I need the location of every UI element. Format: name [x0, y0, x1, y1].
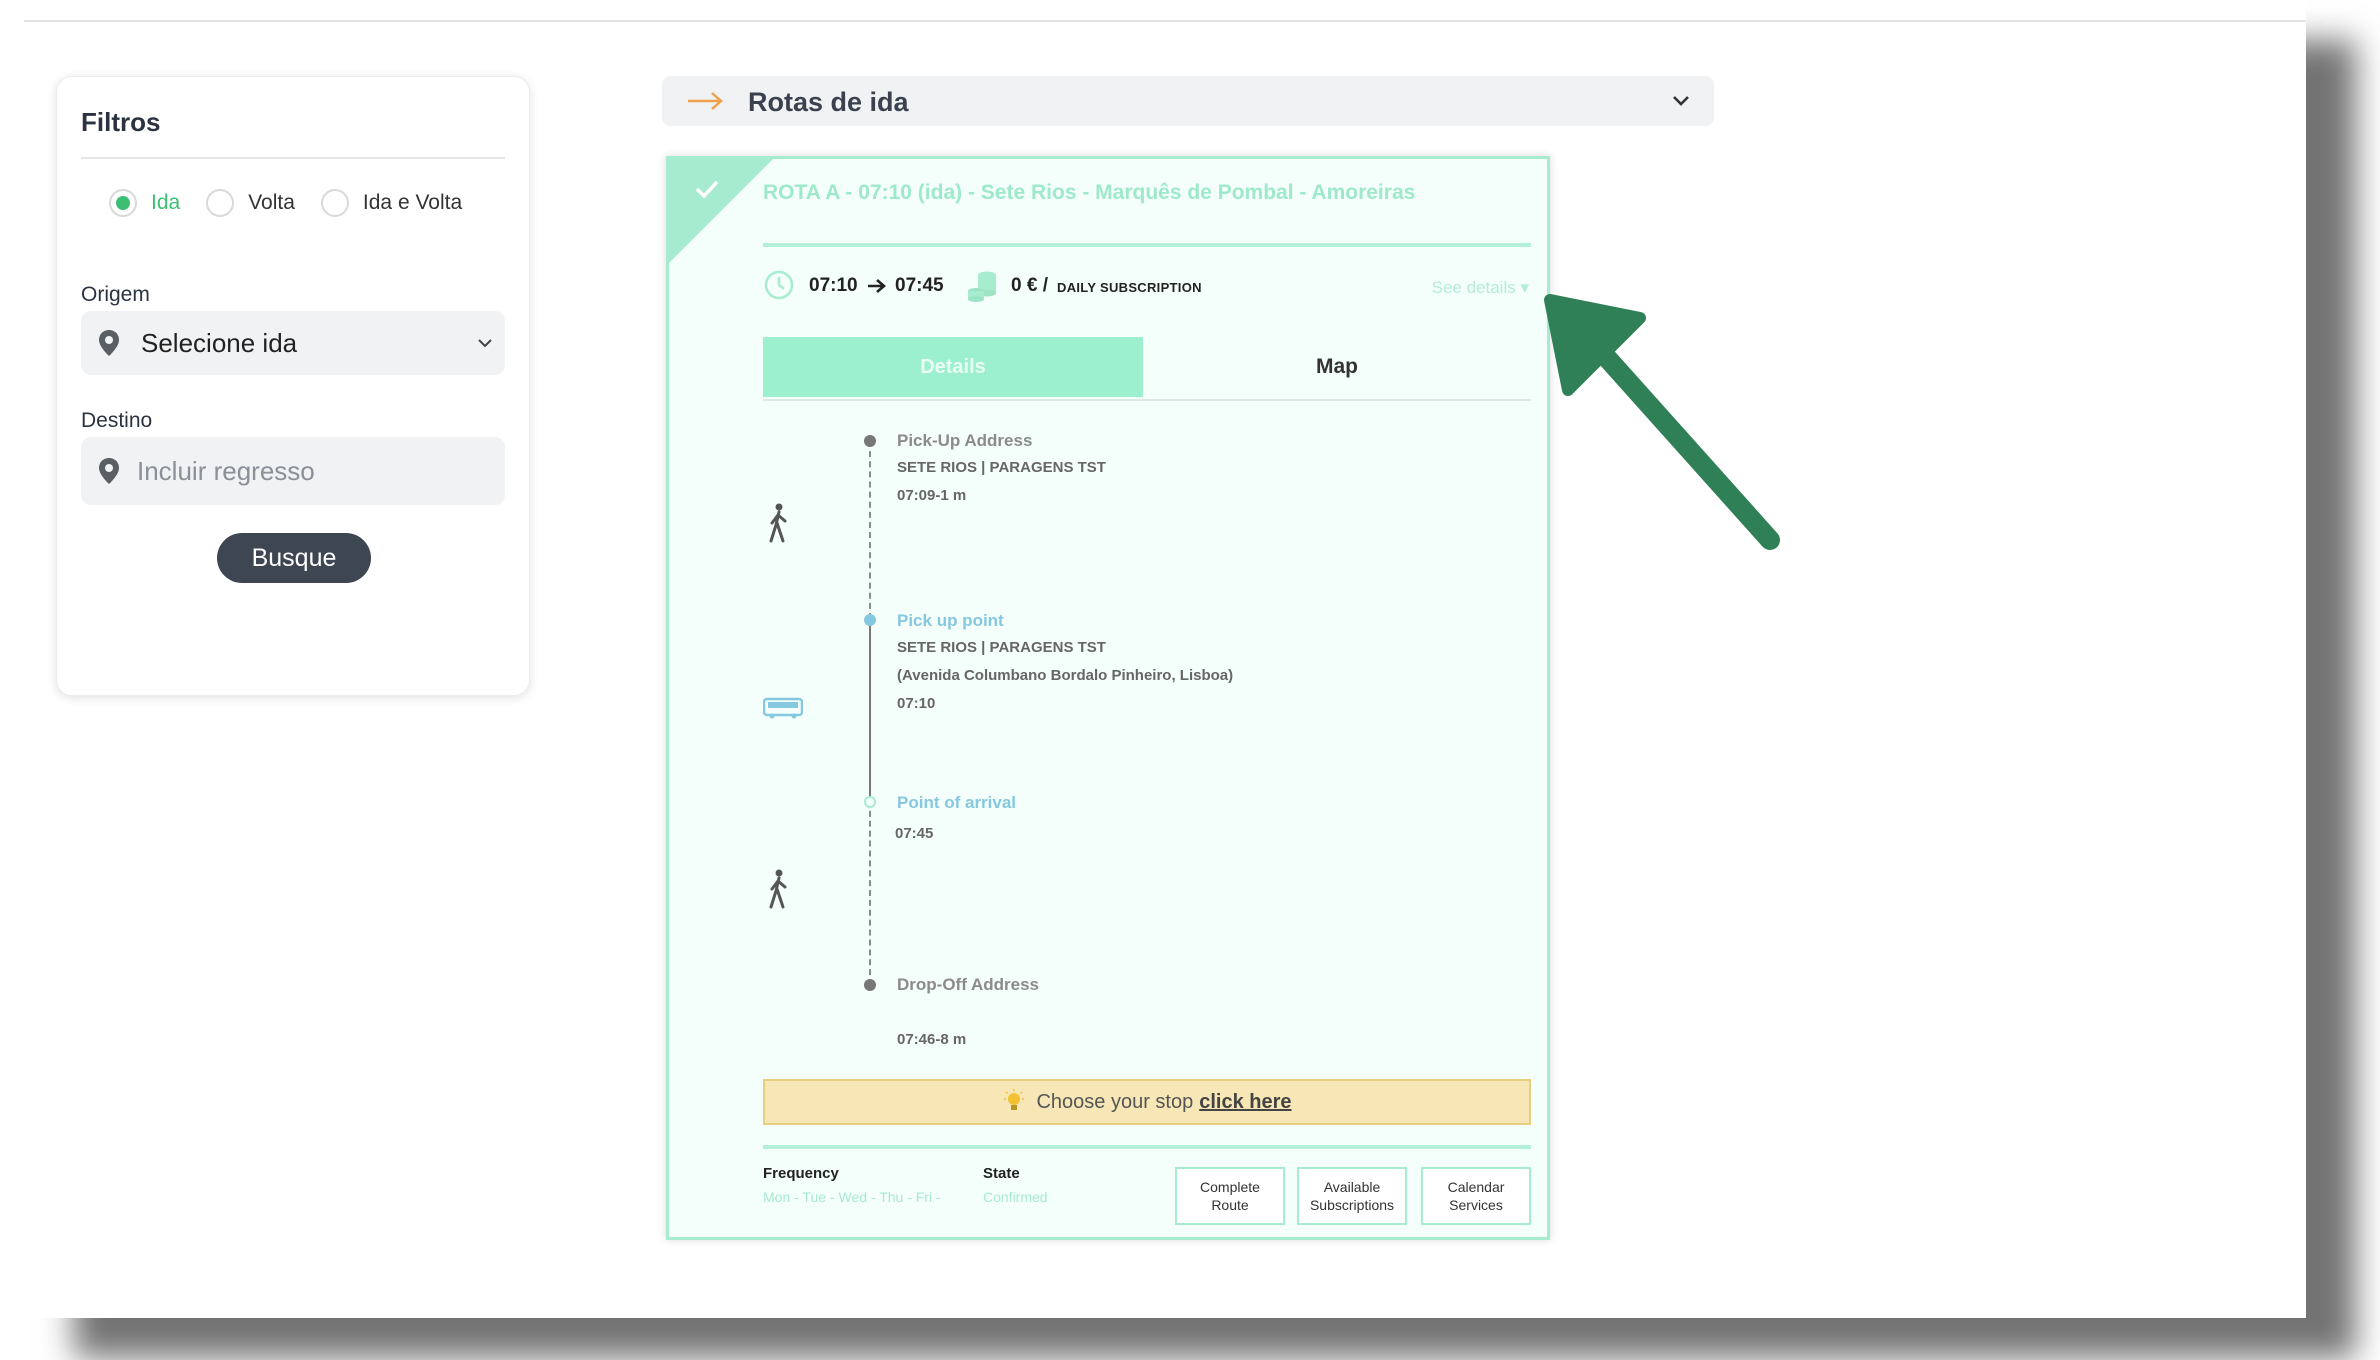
destination-label: Destino: [81, 409, 153, 432]
filters-divider: [81, 157, 505, 159]
title-divider: [763, 243, 1531, 247]
dropoff-address-title: Drop-Off Address: [897, 975, 1039, 994]
tab-details[interactable]: Details: [763, 337, 1143, 397]
chevron-down-icon: [478, 339, 492, 348]
radio-label: Ida: [151, 191, 181, 214]
radio-dot[interactable]: [320, 189, 349, 217]
location-pin-icon: [99, 458, 119, 484]
radio-dot[interactable]: [109, 189, 137, 217]
radio-label: Volta: [248, 191, 295, 214]
annotation-arrow-icon: [1544, 294, 1780, 550]
choose-stop-link[interactable]: click here: [1199, 1091, 1291, 1114]
filters-panel: Filtros Ida Volta Ida e Volta Origem Sel…: [56, 76, 530, 696]
selected-corner: [669, 159, 776, 266]
arrival-time: 07:45: [895, 275, 944, 296]
pickup-point-title: Pick up point: [897, 611, 1004, 630]
route-card[interactable]: ROTA A - 07:10 (ida) - Sete Rios - Marqu…: [666, 156, 1550, 1240]
timeline-dot: [864, 796, 876, 808]
timeline-walk-segment: [869, 801, 871, 985]
available-subscriptions-button[interactable]: Available Subscriptions: [1297, 1167, 1407, 1225]
top-divider: [24, 20, 2306, 22]
trip-type-radios: Ida Volta Ida e Volta: [109, 189, 488, 217]
pickup-address-title: Pick-Up Address: [897, 431, 1033, 450]
destination-placeholder: Incluir regresso: [137, 455, 315, 486]
route-tabs: Details Map: [763, 337, 1531, 401]
choose-stop-banner: Choose your stop click here: [763, 1079, 1531, 1125]
route-info-row: 07:10 07:45 0 € / DAILY SUBSCRIPTION See…: [763, 267, 1531, 307]
pickup-address-time: 07:09-1 m: [897, 487, 967, 504]
coins-icon: [968, 271, 996, 302]
arrival-point-title: Point of arrival: [897, 793, 1017, 812]
radio-dot[interactable]: [206, 189, 235, 217]
lightbulb-icon: [1004, 1089, 1025, 1110]
timeline-dot: [864, 435, 876, 447]
walking-person-icon: [769, 503, 787, 543]
chevron-down-icon[interactable]: [1668, 88, 1694, 114]
pickup-address-line: SETE RIOS | PARAGENS TST: [897, 459, 1106, 476]
price: 0 € /: [1011, 275, 1048, 296]
origin-value: Selecione ida: [141, 327, 298, 358]
bus-icon: [763, 697, 803, 719]
frequency-value: Mon - Tue - Wed - Thu - Fri -: [763, 1189, 941, 1205]
location-pin-icon: [99, 330, 119, 356]
routes-title: Rotas de ida: [748, 87, 909, 117]
arrow-right-icon: [688, 92, 723, 110]
pickup-point-time: 07:10: [897, 695, 936, 712]
tab-map[interactable]: Map: [1143, 337, 1531, 397]
pickup-point-line: SETE RIOS | PARAGENS TST: [897, 639, 1106, 656]
walking-person-icon: [769, 869, 787, 909]
state-label: State: [983, 1165, 1020, 1182]
check-icon: [695, 180, 719, 199]
route-title: ROTA A - 07:10 (ida) - Sete Rios - Marqu…: [763, 181, 1416, 204]
arrow-right-icon: [868, 279, 886, 293]
pickup-point-address: (Avenida Columbano Bordalo Pinheiro, Lis…: [897, 667, 1234, 684]
destination-input[interactable]: Incluir regresso: [81, 437, 505, 505]
state-value: Confirmed: [983, 1189, 1048, 1205]
radio-ida-e-volta[interactable]: Ida e Volta: [320, 189, 463, 217]
origin-label: Origem: [81, 283, 150, 306]
radio-ida[interactable]: Ida: [109, 189, 180, 217]
timeline-bus-segment: [869, 619, 871, 801]
clock-icon: [764, 270, 794, 300]
see-details-link[interactable]: See details ▾: [1432, 278, 1529, 298]
complete-route-button[interactable]: Complete Route: [1175, 1167, 1285, 1225]
timeline-dot: [864, 614, 876, 626]
choose-stop-text: Choose your stop: [1036, 1090, 1194, 1113]
calendar-services-button[interactable]: Calendar Services: [1421, 1167, 1531, 1225]
radio-label: Ida e Volta: [362, 191, 463, 214]
departure-time: 07:10: [809, 275, 858, 296]
search-button[interactable]: Busque: [217, 533, 371, 583]
routes-accordion-header[interactable]: Rotas de ida: [662, 76, 1714, 126]
filters-title: Filtros: [81, 107, 161, 137]
timeline-walk-segment: [869, 441, 871, 619]
timeline-dot: [864, 979, 876, 991]
arrival-point-time: 07:45: [895, 825, 934, 842]
dropoff-address-time: 07:46-8 m: [897, 1031, 967, 1048]
frequency-label: Frequency: [763, 1165, 839, 1182]
radio-volta[interactable]: Volta: [206, 189, 295, 217]
price-subscription: DAILY SUBSCRIPTION: [1057, 280, 1202, 295]
footer-divider: [763, 1145, 1531, 1149]
origin-select[interactable]: Selecione ida: [81, 311, 505, 375]
